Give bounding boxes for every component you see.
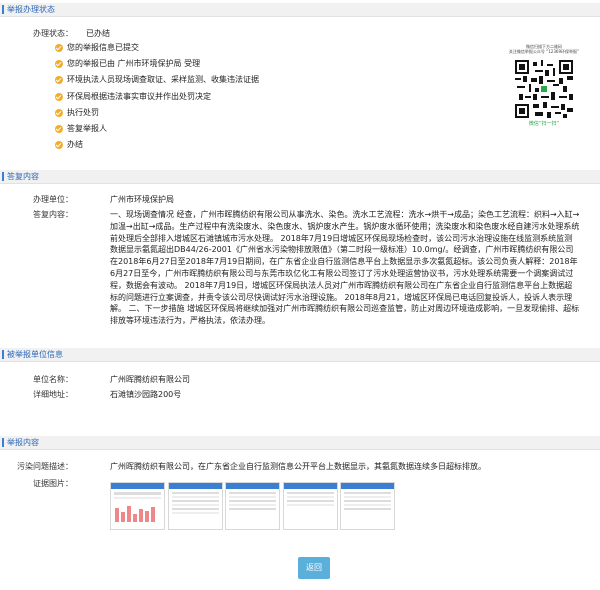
wechat-qr-panel: 微信扫描下方二维码 关注微信举报公众号 “12369环保举报” 微信“扫一扫” xyxy=(509,44,579,130)
section-title: 举报内容 xyxy=(7,438,39,447)
step-label: 办结 xyxy=(67,140,83,150)
check-icon xyxy=(55,125,63,133)
check-icon xyxy=(55,108,63,117)
reply-content-label: 答复内容： xyxy=(33,210,73,219)
unit-label: 办理单位： xyxy=(33,195,73,204)
evidence-image[interactable] xyxy=(225,482,280,530)
section-header-reported-unit: 被举报单位信息 xyxy=(0,348,600,362)
company-name-label: 单位名称： xyxy=(33,375,73,384)
address-value: 石滩镇沙园路200号 xyxy=(110,390,182,399)
section-header-status: 举报办理状态 xyxy=(0,3,600,17)
step-label: 您的举报已由 广州市环境保护局 受理 xyxy=(67,59,201,69)
section-marker xyxy=(2,5,4,14)
section-header-report: 举报内容 xyxy=(0,436,600,450)
check-icon xyxy=(55,44,63,52)
back-button[interactable]: 返回 xyxy=(298,557,330,579)
qr-scan-label: 微信“扫一扫” xyxy=(528,121,560,127)
evidence-image[interactable] xyxy=(283,482,338,530)
address-label: 详细地址： xyxy=(33,390,73,399)
company-name-value: 广州晖腾纺织有限公司 xyxy=(110,375,190,384)
step-label: 执行处罚 xyxy=(67,107,99,117)
step-label: 您的举报信息已提交 xyxy=(67,43,139,52)
section-title: 答复内容 xyxy=(7,172,39,181)
evidence-label: 证据图片： xyxy=(33,479,73,488)
step-label: 环保局根据违法事实审议并作出处罚决定 xyxy=(67,91,211,101)
check-icon xyxy=(55,76,63,85)
evidence-image[interactable] xyxy=(110,482,165,530)
description-label: 污染问题描述： xyxy=(17,462,73,471)
description-value: 广州晖腾纺织有限公司，在广东省企业自行监测信息公开平台上数据显示，其氨氮数据连续… xyxy=(110,462,486,471)
status-label: 办理状态： xyxy=(33,29,73,38)
step-label: 环境执法人员现场调查取证、采样监测、收集违法证据 xyxy=(67,75,259,85)
section-title: 被举报单位信息 xyxy=(7,350,63,359)
check-icon xyxy=(55,60,63,69)
section-header-reply: 答复内容 xyxy=(0,170,600,184)
reply-content: 一、现场调查情况 经查，广州市晖腾纺织有限公司从事洗水、染色。洗水工艺流程：洗水… xyxy=(110,210,580,326)
qr-caption-2: 关注微信举报公众号 “12369环保举报” xyxy=(508,49,580,54)
section-marker xyxy=(2,172,4,181)
section-title: 举报办理状态 xyxy=(7,5,55,14)
section-marker xyxy=(2,438,4,447)
status-value: 已办结 xyxy=(86,29,110,38)
check-icon xyxy=(55,141,63,150)
evidence-image[interactable] xyxy=(340,482,395,530)
unit-value: 广州市环境保护局 xyxy=(110,195,174,204)
check-icon xyxy=(55,92,63,101)
section-marker xyxy=(2,350,4,359)
qr-code-icon xyxy=(515,60,573,118)
step-label: 答复举报人 xyxy=(67,124,107,133)
evidence-image[interactable] xyxy=(168,482,223,530)
